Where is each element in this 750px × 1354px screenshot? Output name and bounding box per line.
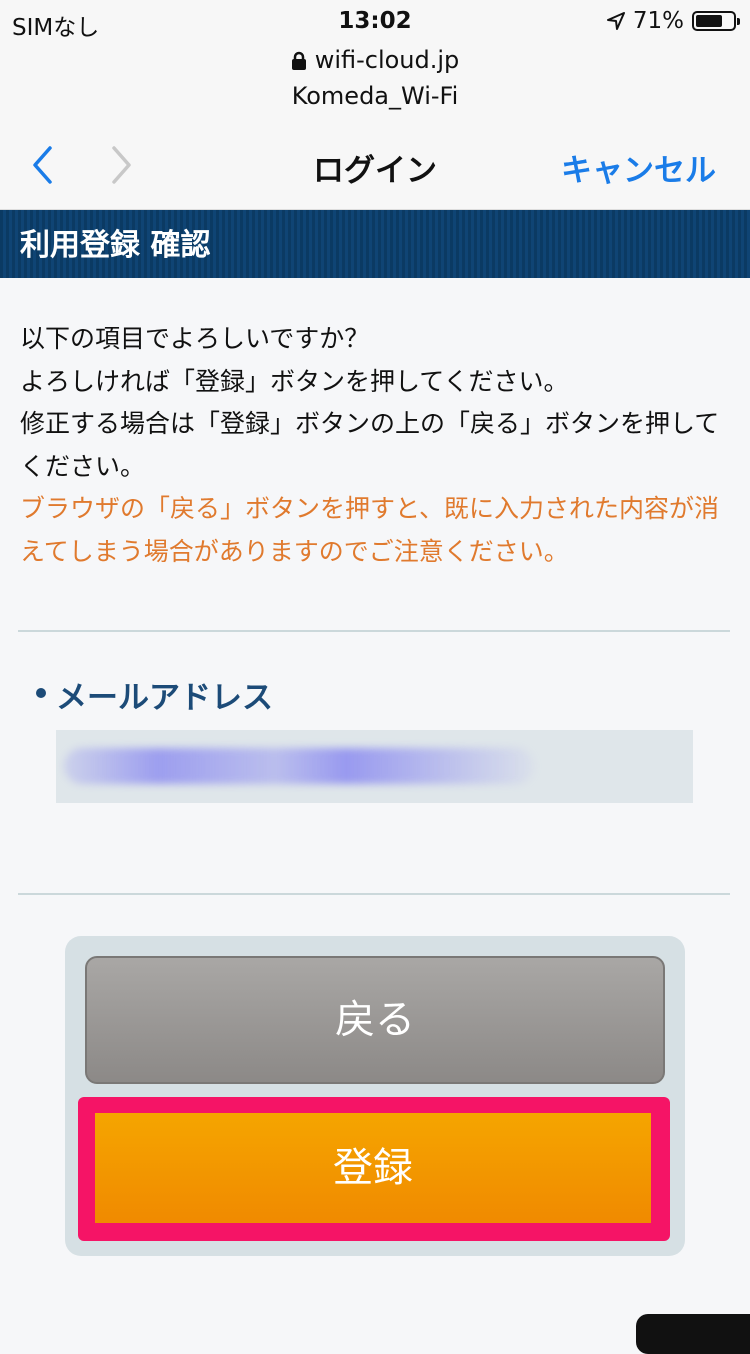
navigation-bar: ログイン キャンセル — [0, 115, 750, 210]
button-panel: 戻る 登録 — [65, 936, 685, 1256]
lock-icon — [291, 51, 306, 70]
divider-top — [18, 630, 730, 632]
divider-bottom — [18, 893, 730, 895]
url-line: wifi-cloud.jp — [0, 46, 750, 74]
register-highlight-frame: 登録 — [78, 1097, 670, 1241]
bottom-toolbar-peek — [636, 1314, 750, 1354]
browser-address-area[interactable]: wifi-cloud.jp Komeda_Wi-Fi — [0, 40, 750, 115]
bullet-icon — [36, 688, 46, 698]
status-bar: SIMなし 13:02 71% — [0, 0, 750, 41]
status-right-group: 71% — [606, 8, 740, 34]
ssid-text: Komeda_Wi-Fi — [291, 82, 459, 110]
warning-text: ブラウザの「戻る」ボタンを押すと、既に入力された内容が消えてしまう場合があります… — [20, 494, 720, 566]
email-value-field — [56, 730, 693, 803]
intro-line-1: 以下の項目でよろしいですか？ — [20, 324, 370, 353]
url-text: wifi-cloud.jp — [314, 46, 460, 74]
blurred-email-value — [64, 748, 534, 784]
cancel-button[interactable]: キャンセル — [561, 145, 716, 190]
email-label-text: メールアドレス — [56, 680, 273, 716]
location-arrow-icon — [606, 12, 625, 30]
register-button[interactable]: 登録 — [95, 1113, 651, 1223]
intro-line-2: よろしければ「登録」ボタンを押してください。 — [20, 366, 569, 396]
battery-fill — [696, 15, 722, 27]
back-button[interactable]: 戻る — [85, 956, 665, 1084]
battery-percent: 71% — [632, 8, 684, 34]
section-header: 利用登録 確認 — [0, 210, 750, 278]
email-field-label: メールアドレス — [36, 672, 273, 717]
battery-icon — [692, 11, 740, 31]
intro-line-3: 修正する場合は「登録」ボタンの上の「戻る」ボタンを押してください。 — [20, 409, 720, 481]
intro-text: 以下の項目でよろしいですか？ よろしければ「登録」ボタンを押してください。 修正… — [20, 318, 725, 573]
section-title: 利用登録 確認 — [20, 228, 211, 263]
